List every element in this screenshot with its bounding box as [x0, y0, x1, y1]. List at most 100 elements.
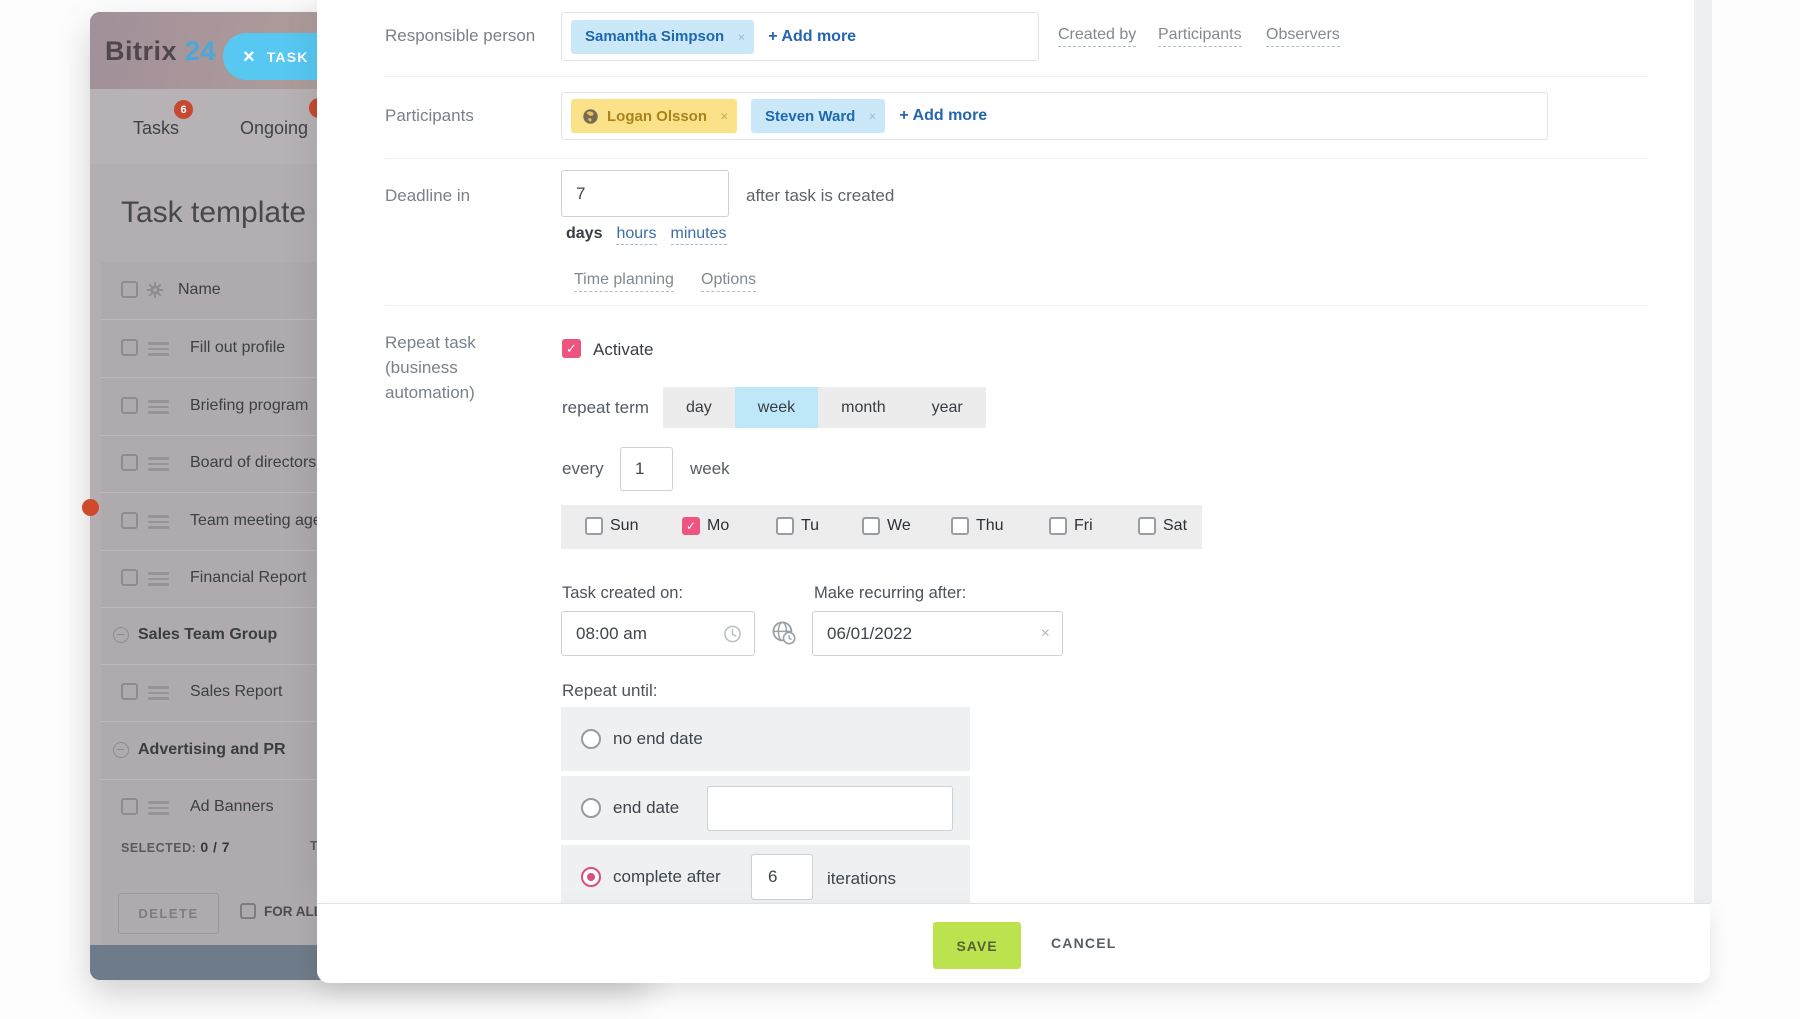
- drag-handle-icon[interactable]: [148, 801, 169, 818]
- weekday-checkbox[interactable]: [1138, 517, 1156, 535]
- weekday-mo[interactable]: Mo: [682, 517, 729, 535]
- time-value: 08:00 am: [576, 624, 647, 644]
- recurring-date-input[interactable]: 06/01/2022 ×: [812, 611, 1063, 656]
- until-option-no-end-date[interactable]: no end date: [561, 707, 970, 771]
- created-by-link[interactable]: Created by: [1058, 26, 1136, 47]
- row-checkbox[interactable]: [121, 512, 138, 529]
- drag-handle-icon[interactable]: [148, 400, 169, 417]
- for-all-label: FOR ALL: [264, 904, 322, 919]
- group-label: Advertising and PR: [138, 741, 286, 759]
- add-responsible-link[interactable]: + Add more: [768, 28, 856, 46]
- unit-hours[interactable]: hours: [616, 225, 656, 245]
- weekday-label: Sat: [1163, 517, 1187, 535]
- close-pill-label: TASK: [267, 49, 309, 65]
- menu-item-ongoing[interactable]: Ongoing: [240, 118, 308, 139]
- weekday-checkbox[interactable]: [585, 517, 603, 535]
- row-checkbox[interactable]: [121, 397, 138, 414]
- remove-tag-icon[interactable]: ×: [738, 29, 746, 44]
- weekday-fri[interactable]: Fri: [1049, 517, 1093, 535]
- collapse-group-icon[interactable]: [113, 742, 129, 758]
- until-option-label: end date: [613, 798, 679, 818]
- unit-days[interactable]: days: [566, 225, 602, 243]
- row-checkbox[interactable]: [121, 454, 138, 471]
- collapse-group-icon[interactable]: [113, 627, 129, 643]
- radio-unchecked[interactable]: [581, 798, 601, 818]
- participants-link[interactable]: Participants: [1158, 26, 1242, 47]
- weekday-checkbox-checked[interactable]: [682, 517, 700, 535]
- deadline-input[interactable]: 7: [561, 170, 729, 217]
- delete-button[interactable]: DELETE: [118, 893, 219, 934]
- select-all-checkbox[interactable]: [121, 281, 138, 298]
- for-all-checkbox[interactable]: [240, 903, 256, 919]
- drag-handle-icon[interactable]: [148, 342, 169, 359]
- row-label: Ad Banners: [190, 798, 274, 816]
- weekday-thu[interactable]: Thu: [951, 517, 1004, 535]
- weekday-checkbox[interactable]: [862, 517, 880, 535]
- weekday-we[interactable]: We: [862, 517, 911, 535]
- task-created-time-input[interactable]: 08:00 am: [561, 611, 755, 656]
- iterations-label: iterations: [827, 869, 896, 889]
- observers-link[interactable]: Observers: [1266, 26, 1340, 47]
- close-icon[interactable]: ×: [243, 47, 255, 67]
- responsible-tag[interactable]: Samantha Simpson ×: [571, 20, 754, 54]
- activate-checkbox[interactable]: [562, 339, 581, 358]
- unit-minutes[interactable]: minutes: [671, 225, 727, 245]
- options-link[interactable]: Options: [701, 271, 756, 292]
- tab-week[interactable]: week: [735, 387, 818, 428]
- remove-tag-icon[interactable]: ×: [869, 109, 877, 124]
- radio-unchecked[interactable]: [581, 729, 601, 749]
- globe-icon: [582, 108, 599, 125]
- weekday-label: Thu: [976, 517, 1004, 535]
- weekday-checkbox[interactable]: [776, 517, 794, 535]
- row-checkbox[interactable]: [121, 683, 138, 700]
- participant-tag-name: Logan Olsson: [607, 108, 707, 125]
- tab-month[interactable]: month: [818, 387, 908, 428]
- drag-handle-icon[interactable]: [148, 515, 169, 532]
- weekday-selector: Sun Mo Tu We Thu Fri Sat: [561, 505, 1202, 549]
- make-recurring-after-label: Make recurring after:: [814, 584, 966, 603]
- tab-year[interactable]: year: [909, 387, 986, 428]
- every-input[interactable]: 1: [620, 447, 673, 491]
- remove-tag-icon[interactable]: ×: [720, 109, 728, 124]
- weekday-checkbox[interactable]: [1049, 517, 1067, 535]
- weekday-sat[interactable]: Sat: [1138, 517, 1187, 535]
- iterations-input[interactable]: 6: [751, 854, 813, 900]
- save-button[interactable]: SAVE: [933, 922, 1021, 969]
- weekday-sun[interactable]: Sun: [585, 517, 638, 535]
- until-option-end-date[interactable]: end date: [561, 776, 970, 840]
- end-date-input[interactable]: [707, 786, 953, 831]
- activate-label: Activate: [593, 340, 653, 360]
- cancel-button[interactable]: CANCEL: [1051, 935, 1117, 951]
- clock-icon[interactable]: [723, 624, 742, 643]
- time-planning-link[interactable]: Time planning: [574, 271, 674, 292]
- radio-checked[interactable]: [581, 867, 601, 887]
- weekday-label: Sun: [610, 517, 638, 535]
- tab-day[interactable]: day: [663, 387, 735, 428]
- add-participant-link[interactable]: + Add more: [899, 107, 987, 125]
- participant-tag-extranet[interactable]: Logan Olsson ×: [571, 99, 737, 133]
- drag-handle-icon[interactable]: [148, 572, 169, 589]
- participants-field[interactable]: Logan Olsson × Steven Ward × + Add more: [561, 92, 1548, 140]
- group-label: Sales Team Group: [138, 626, 277, 644]
- repeat-term-tabs: day week month year: [663, 387, 986, 428]
- participant-tag[interactable]: Steven Ward ×: [751, 99, 885, 133]
- weekday-tu[interactable]: Tu: [776, 517, 819, 535]
- modal-footer: SAVE CANCEL: [317, 903, 1710, 983]
- drag-handle-icon[interactable]: [148, 686, 169, 703]
- clear-date-icon[interactable]: ×: [1041, 625, 1050, 643]
- weekday-checkbox[interactable]: [951, 517, 969, 535]
- until-option-label: no end date: [613, 729, 703, 749]
- row-checkbox[interactable]: [121, 569, 138, 586]
- until-option-label: complete after: [613, 867, 721, 887]
- timezone-icon[interactable]: [770, 619, 797, 646]
- gear-icon[interactable]: [146, 281, 164, 299]
- row-checkbox[interactable]: [121, 798, 138, 815]
- responsible-person-field[interactable]: Samantha Simpson × + Add more: [561, 12, 1039, 61]
- drag-handle-icon[interactable]: [148, 457, 169, 474]
- modal-right-gutter: [1694, 0, 1712, 903]
- until-option-complete-after[interactable]: complete after 6 iterations: [561, 845, 970, 910]
- row-label: Briefing program: [190, 397, 308, 415]
- row-checkbox[interactable]: [121, 339, 138, 356]
- menu-item-tasks[interactable]: Tasks: [133, 118, 179, 139]
- selected-counter: SELECTED:0 / 7: [121, 839, 230, 855]
